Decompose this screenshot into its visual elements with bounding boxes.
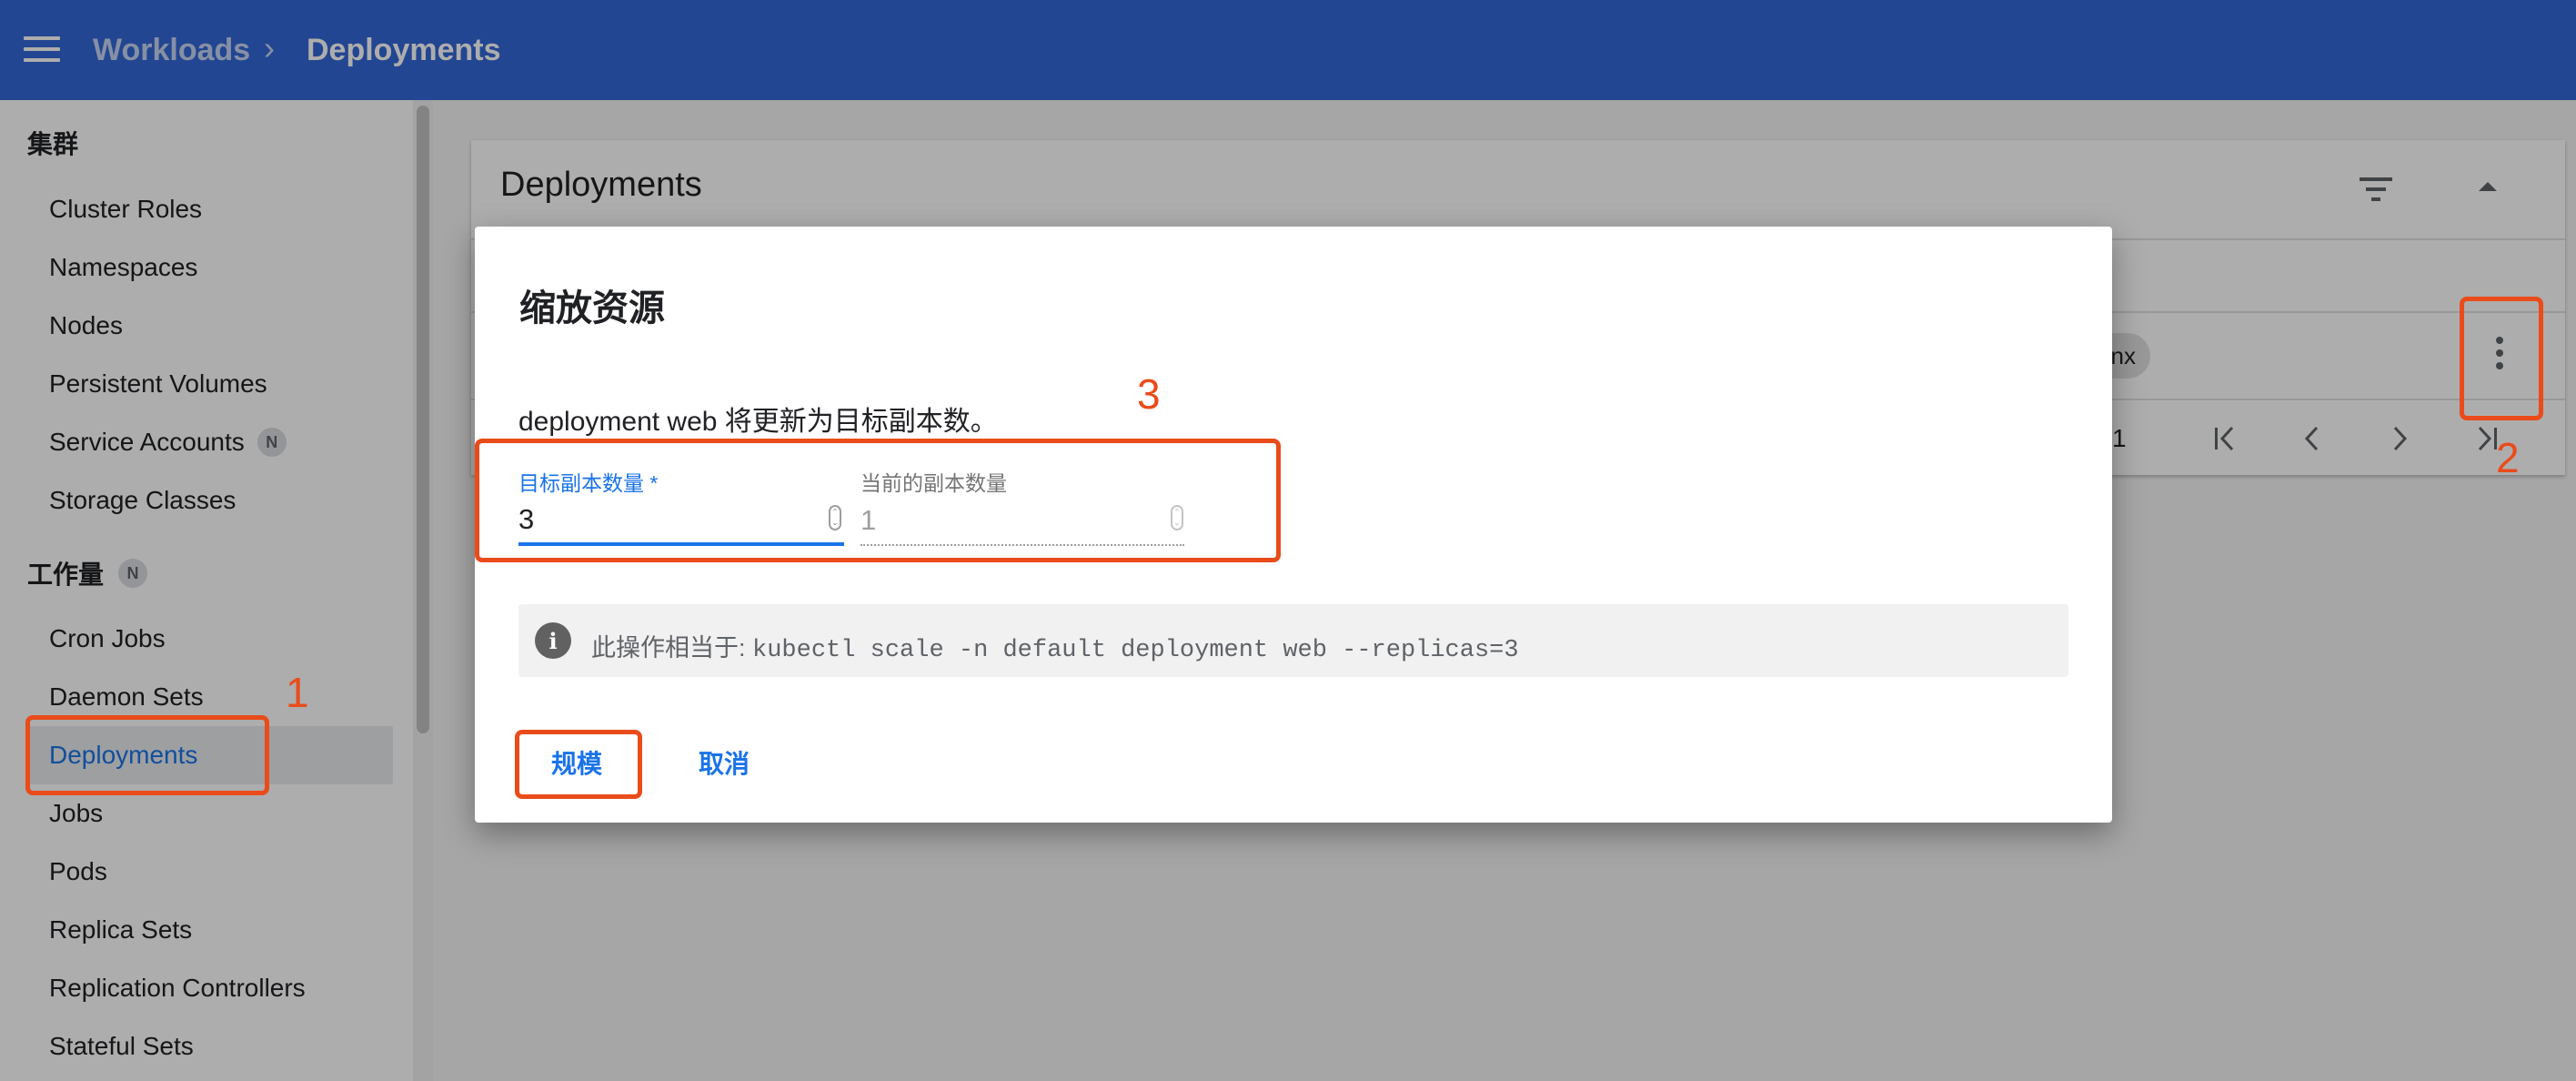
scale-button[interactable]: 规模 bbox=[526, 735, 628, 790]
target-replicas-input[interactable] bbox=[518, 497, 844, 546]
stepper-icon[interactable]: ⌃ ⌄ bbox=[829, 505, 841, 530]
current-replicas-label: 当前的副本数量 bbox=[860, 471, 1007, 495]
info-text: 此操作相当于: kubectl scale -n default deploym… bbox=[591, 634, 1519, 664]
kubectl-command: kubectl scale -n default deployment web … bbox=[752, 637, 1519, 664]
target-replicas-label: 目标副本数量 * bbox=[518, 471, 659, 495]
current-replicas-input bbox=[860, 497, 1184, 546]
cancel-button[interactable]: 取消 bbox=[673, 735, 775, 790]
dialog-title: 缩放资源 bbox=[519, 288, 665, 328]
info-icon: i bbox=[535, 622, 571, 659]
stepper-icon: ⌃ ⌄ bbox=[1171, 505, 1183, 530]
dialog-description: deployment web 将更新为目标副本数。 bbox=[518, 407, 998, 437]
